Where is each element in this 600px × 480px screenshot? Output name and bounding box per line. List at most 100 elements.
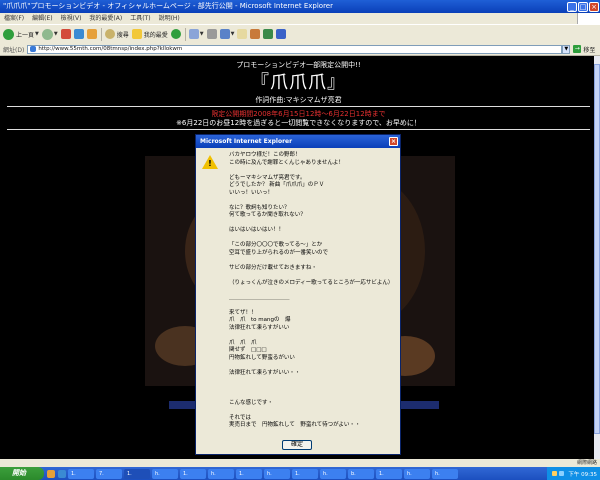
mail-dropdown-icon[interactable]: ▼ [200,31,204,37]
dialog-message-line: いいっ！いいっ！ [229,189,274,196]
go-label: 移至 [583,46,596,54]
refresh-icon [73,29,84,39]
taskbar-task-button[interactable]: h. [264,468,290,479]
taskbar-task-button[interactable]: b. [348,468,374,479]
dialog-message-line: 法律狂れて凍らすがいい [229,324,290,331]
taskbar-task-button[interactable]: 1. [376,468,402,479]
dialog-message-line: 何て歌ってるか聞き取れない？ [229,212,306,218]
page-icon [30,46,37,52]
research-button[interactable] [250,27,261,41]
favorites-button[interactable]: 我的最愛 [131,27,168,41]
taskbar-task-button[interactable]: h. [320,468,346,479]
dialog-message-line [229,332,397,340]
back-label: 上一頁 [16,31,35,39]
maximize-button[interactable]: □ [578,1,588,12]
dialog-close-button[interactable]: × [389,137,398,146]
dialog-message-line [229,167,397,175]
discuss-button[interactable] [237,27,248,41]
dialog-message-line: 爪 爪 爪 [229,339,257,346]
taskbar-task-button[interactable]: 1. [180,468,206,479]
dialog-message-line [229,235,397,243]
media-icon [170,29,181,39]
quicklaunch-icon[interactable] [47,469,55,478]
messenger-icon [263,29,274,39]
dialog-message-line: 来てザ！！ [229,309,257,316]
go-button[interactable]: → 移至 [573,45,595,54]
divider [7,106,590,107]
taskbar-task-button[interactable]: h. [432,468,458,479]
dialog-message-line [229,272,397,280]
address-input[interactable]: http://www.55mth.com/08tmnsp/index.php?k… [27,44,563,54]
tray-icon[interactable] [559,471,565,476]
taskbar-task-button[interactable]: h. [404,468,430,479]
bluetooth-button[interactable] [276,27,287,41]
menu-tools[interactable]: 工具(T) [126,13,154,24]
forward-dropdown-icon[interactable]: ▼ [54,31,58,37]
system-tray: 下午 09:35 [547,467,600,480]
edit-button[interactable]: ▼ [219,27,235,41]
taskbar-task-button[interactable]: 1. [292,468,318,479]
media-button[interactable] [170,27,181,41]
address-dropdown-icon[interactable]: ▼ [562,44,571,54]
dialog-message-line: はいはいはいはい！！ [229,227,285,233]
menu-file[interactable]: 檔案(F) [0,13,28,24]
dialog-message-line [229,257,397,265]
dialog-message-line [229,287,397,295]
menu-favorites[interactable]: 我的最愛(A) [85,13,126,24]
dialog-message-line: バカヤロウ様だ！この野郎！ [229,152,301,158]
star-icon [131,29,142,39]
taskbar-task-button[interactable]: h. [208,468,234,479]
task-list: 1. 7. 1. h. 1. h. 1. h. 1. h. b. 1. h. h. [66,468,458,479]
dialog-message-line: 法律狂れて凍らすがいい・・ [229,369,301,376]
taskbar-task-button[interactable]: 1. [236,468,262,479]
dialog-message-line: ＿＿＿＿＿＿＿＿＿＿＿ [229,294,290,301]
taskbar-task-button[interactable]: 7. [96,468,122,479]
menu-edit[interactable]: 編輯(E) [28,13,56,24]
menu-help[interactable]: 說明(H) [155,13,184,24]
edit-dropdown-icon[interactable]: ▼ [231,31,235,37]
dialog-message-line [229,362,397,370]
vertical-scrollbar[interactable] [594,56,600,459]
dialog-message-line: 関せず □□□ [229,347,267,353]
warning-exclamation: ! [208,159,212,168]
print-button[interactable] [206,27,217,41]
alert-dialog: Microsoft Internet Explorer × ! バカヤロウ様だ！… [195,134,401,455]
dialog-message-line [229,377,397,385]
dialog-message-line [229,385,397,393]
toolbar-separator [100,27,102,41]
close-window-button[interactable]: × [589,1,599,12]
quicklaunch-icon[interactable] [58,469,66,478]
menu-view[interactable]: 檢視(V) [57,13,86,24]
start-button[interactable]: 開始 [0,467,44,480]
dialog-message-line: 「この部分〇〇〇で歌ってる〜」とか [229,242,323,248]
song-logo: 『爪爪爪』 [251,72,346,93]
forward-arrow-icon [41,28,53,40]
messenger-button[interactable] [263,27,274,41]
taskbar-task-button[interactable]: 1. [68,468,94,479]
dialog-message-line: 実売日まで 円物鉱れして 野蛮れて待つがよい・・ [229,422,361,428]
minimize-button[interactable]: _ [567,1,577,12]
discuss-icon [237,29,248,39]
toolbar: 上一頁 ▼ ▼ 搜尋 我的最愛 ▼ ▼ [0,24,600,44]
tray-icon[interactable] [552,471,558,476]
ok-button[interactable]: 確定 [282,440,312,450]
dialog-message-line [229,302,397,310]
taskbar-task-button[interactable]: h. [152,468,178,479]
dialog-message-line [229,197,397,205]
back-dropdown-icon[interactable]: ▼ [35,31,39,37]
status-bar: 網際網路 [0,459,600,467]
dialog-message-line: なに？歌詞も知りたい？ [229,204,290,211]
search-button[interactable]: 搜尋 [104,27,129,41]
mail-button[interactable]: ▼ [188,27,204,41]
dialog-title: Microsoft Internet Explorer [200,138,293,145]
stop-button[interactable] [60,27,71,41]
refresh-button[interactable] [73,27,84,41]
dialog-message-line: 爪 爪 to mangの 爆 [229,317,291,323]
home-button[interactable] [86,27,97,41]
forward-button[interactable]: ▼ [41,27,58,41]
taskbar-task-button[interactable]: 1. [124,468,150,479]
scrollbar-thumb[interactable] [594,64,600,434]
back-button[interactable]: 上一頁 ▼ [3,27,39,41]
go-arrow-icon: → [573,45,582,53]
print-icon [206,29,217,39]
